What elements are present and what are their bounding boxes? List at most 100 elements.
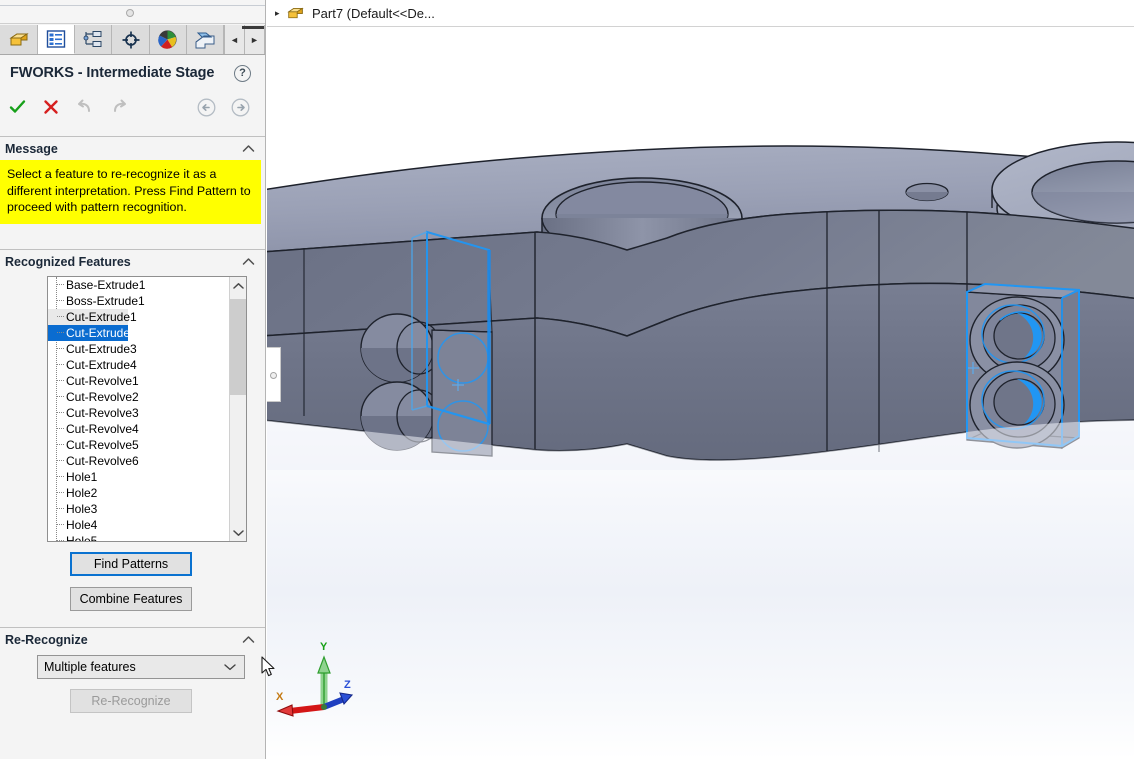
feature-list-item[interactable]: Cut-Revolve3 <box>48 405 246 421</box>
tree-branch-dash <box>57 508 64 510</box>
feature-list-item-label: Cut-Revolve3 <box>66 406 139 420</box>
section-title-recognized-features: Recognized Features <box>5 255 131 269</box>
tree-branch-dash <box>57 444 64 446</box>
tree-branch-dash <box>57 492 64 494</box>
triad-label-y: Y <box>320 641 327 653</box>
feature-list-item-label: Cut-Extrude1 <box>66 310 137 324</box>
solidworks-window: ◄ ► FWORKS - Intermediate Stage ? <box>0 0 1134 759</box>
graphics-viewport[interactable]: ▸ Part7 (Default<<De... <box>267 0 1134 759</box>
tree-branch-dash <box>57 316 64 318</box>
page-title: FWORKS - Intermediate Stage <box>10 65 214 81</box>
tab-nav-next-button[interactable]: ► <box>245 25 265 54</box>
feature-list-item[interactable]: Base-Extrude1 <box>48 277 246 293</box>
back-arrow-icon <box>197 98 216 117</box>
chevron-up-icon[interactable] <box>241 254 255 268</box>
tab-property-manager[interactable] <box>38 25 75 54</box>
configuration-icon <box>82 30 104 49</box>
feature-list-item-label: Cut-Extrude2 <box>66 326 137 340</box>
recognized-features-listbox[interactable]: Base-Extrude1Boss-Extrude1Cut-Extrude1Cu… <box>47 276 247 542</box>
feature-list-item-label: Boss-Extrude1 <box>66 294 145 308</box>
layered-sheet-icon <box>194 30 216 50</box>
section-header-message[interactable]: Message <box>0 136 265 161</box>
tree-branch-dash <box>57 364 64 366</box>
tab-display-manager[interactable] <box>150 25 187 54</box>
chevron-up-icon[interactable] <box>241 141 255 155</box>
property-manager-panel: ◄ ► FWORKS - Intermediate Stage ? <box>0 0 266 759</box>
scroll-up-button[interactable] <box>230 277 246 294</box>
feature-list-item[interactable]: Hole1 <box>48 469 246 485</box>
re-recognize-button: Re-Recognize <box>70 689 192 713</box>
undo-arrow-icon <box>76 99 94 115</box>
chevron-up-icon[interactable] <box>241 632 255 646</box>
re-recognize-mode-select[interactable]: Multiple features <box>37 655 245 679</box>
tab-nav-prev-button[interactable]: ◄ <box>225 25 245 54</box>
feature-list-item-label: Cut-Extrude4 <box>66 358 137 372</box>
feature-list-scrollbar[interactable] <box>229 277 246 541</box>
feature-list-item[interactable]: Boss-Extrude1 <box>48 293 246 309</box>
help-icon[interactable]: ? <box>234 65 251 82</box>
splitter-grip-dot[interactable] <box>126 9 134 17</box>
feature-list-item-label: Hole4 <box>66 518 97 532</box>
feature-list-item-label: Cut-Revolve6 <box>66 454 139 468</box>
tab-nav-arrows: ◄ ► <box>224 25 265 54</box>
next-step-button[interactable] <box>223 98 257 117</box>
feature-list-item-label: Base-Extrude1 <box>66 278 145 292</box>
tab-overflow-bar <box>242 26 264 29</box>
scrollbar-thumb[interactable] <box>230 299 246 395</box>
feature-list-item[interactable]: Cut-Revolve5 <box>48 437 246 453</box>
tab-feature-manager-design-tree[interactable] <box>0 25 38 54</box>
feature-list-item-label: Hole1 <box>66 470 97 484</box>
feature-list-item-label: Cut-Revolve4 <box>66 422 139 436</box>
feature-list-item[interactable]: Cut-Extrude4 <box>48 357 246 373</box>
scroll-down-button[interactable] <box>230 524 246 541</box>
tab-dimxpert-manager[interactable] <box>112 25 149 54</box>
combine-features-button[interactable]: Combine Features <box>70 587 192 611</box>
section-title-message: Message <box>5 142 58 156</box>
section-header-re-recognize[interactable]: Re-Recognize <box>0 627 265 652</box>
section-header-recognized-features[interactable]: Recognized Features <box>0 249 265 274</box>
feature-list-item[interactable]: Cut-Extrude1 <box>48 309 128 325</box>
feature-list-item-label: Cut-Extrude3 <box>66 342 137 356</box>
splitter-grip-dot[interactable] <box>270 372 277 379</box>
tree-branch-dash <box>57 428 64 430</box>
property-manager-header: FWORKS - Intermediate Stage ? <box>0 56 265 90</box>
feature-list-item[interactable]: Hole5 <box>48 533 246 542</box>
tree-branch-dash <box>57 540 64 542</box>
find-patterns-button[interactable]: Find Patterns <box>70 552 192 576</box>
message-text: Select a feature to re-recognize it as a… <box>0 160 261 224</box>
feature-list-item[interactable]: Cut-Revolve6 <box>48 453 246 469</box>
tab-display-states[interactable] <box>187 25 224 54</box>
feature-list-item[interactable]: Cut-Revolve4 <box>48 421 246 437</box>
undo-button <box>68 99 102 115</box>
feature-list-item-label: Cut-Revolve1 <box>66 374 139 388</box>
feature-list-item[interactable]: Hole3 <box>48 501 246 517</box>
feature-list-item[interactable]: Hole4 <box>48 517 246 533</box>
color-ball-icon <box>157 29 178 50</box>
tree-branch-dash <box>57 460 64 462</box>
tab-configuration-manager[interactable] <box>75 25 112 54</box>
property-manager-action-bar <box>0 92 265 122</box>
feature-list-item-label: Cut-Revolve5 <box>66 438 139 452</box>
cancel-button[interactable] <box>34 99 68 115</box>
tree-branch-dash <box>57 524 64 526</box>
triad-label-z: Z <box>344 679 351 691</box>
chevron-down-icon[interactable] <box>224 663 236 671</box>
feature-list-item[interactable]: Hole2 <box>48 485 246 501</box>
feature-list-item-label: Hole3 <box>66 502 97 516</box>
previous-step-button[interactable] <box>189 98 223 117</box>
tree-branch-dash <box>57 348 64 350</box>
panel-top-splitter[interactable] <box>0 0 265 24</box>
graphics-side-splitter[interactable] <box>267 347 281 402</box>
tree-branch-dash <box>57 412 64 414</box>
feature-list-item[interactable]: Cut-Revolve2 <box>48 389 246 405</box>
ok-button[interactable] <box>0 99 34 115</box>
feature-list-item[interactable]: Cut-Extrude3 <box>48 341 246 357</box>
tree-branch-dash <box>57 332 64 334</box>
manager-tab-strip: ◄ ► <box>0 25 265 55</box>
tree-branch-dash <box>57 396 64 398</box>
tree-branch-dash <box>57 300 64 302</box>
feature-list-item[interactable]: Cut-Extrude2 <box>48 325 128 341</box>
feature-list-item-label: Cut-Revolve2 <box>66 390 139 404</box>
3d-model-render[interactable] <box>267 0 1134 759</box>
feature-list-item[interactable]: Cut-Revolve1 <box>48 373 246 389</box>
